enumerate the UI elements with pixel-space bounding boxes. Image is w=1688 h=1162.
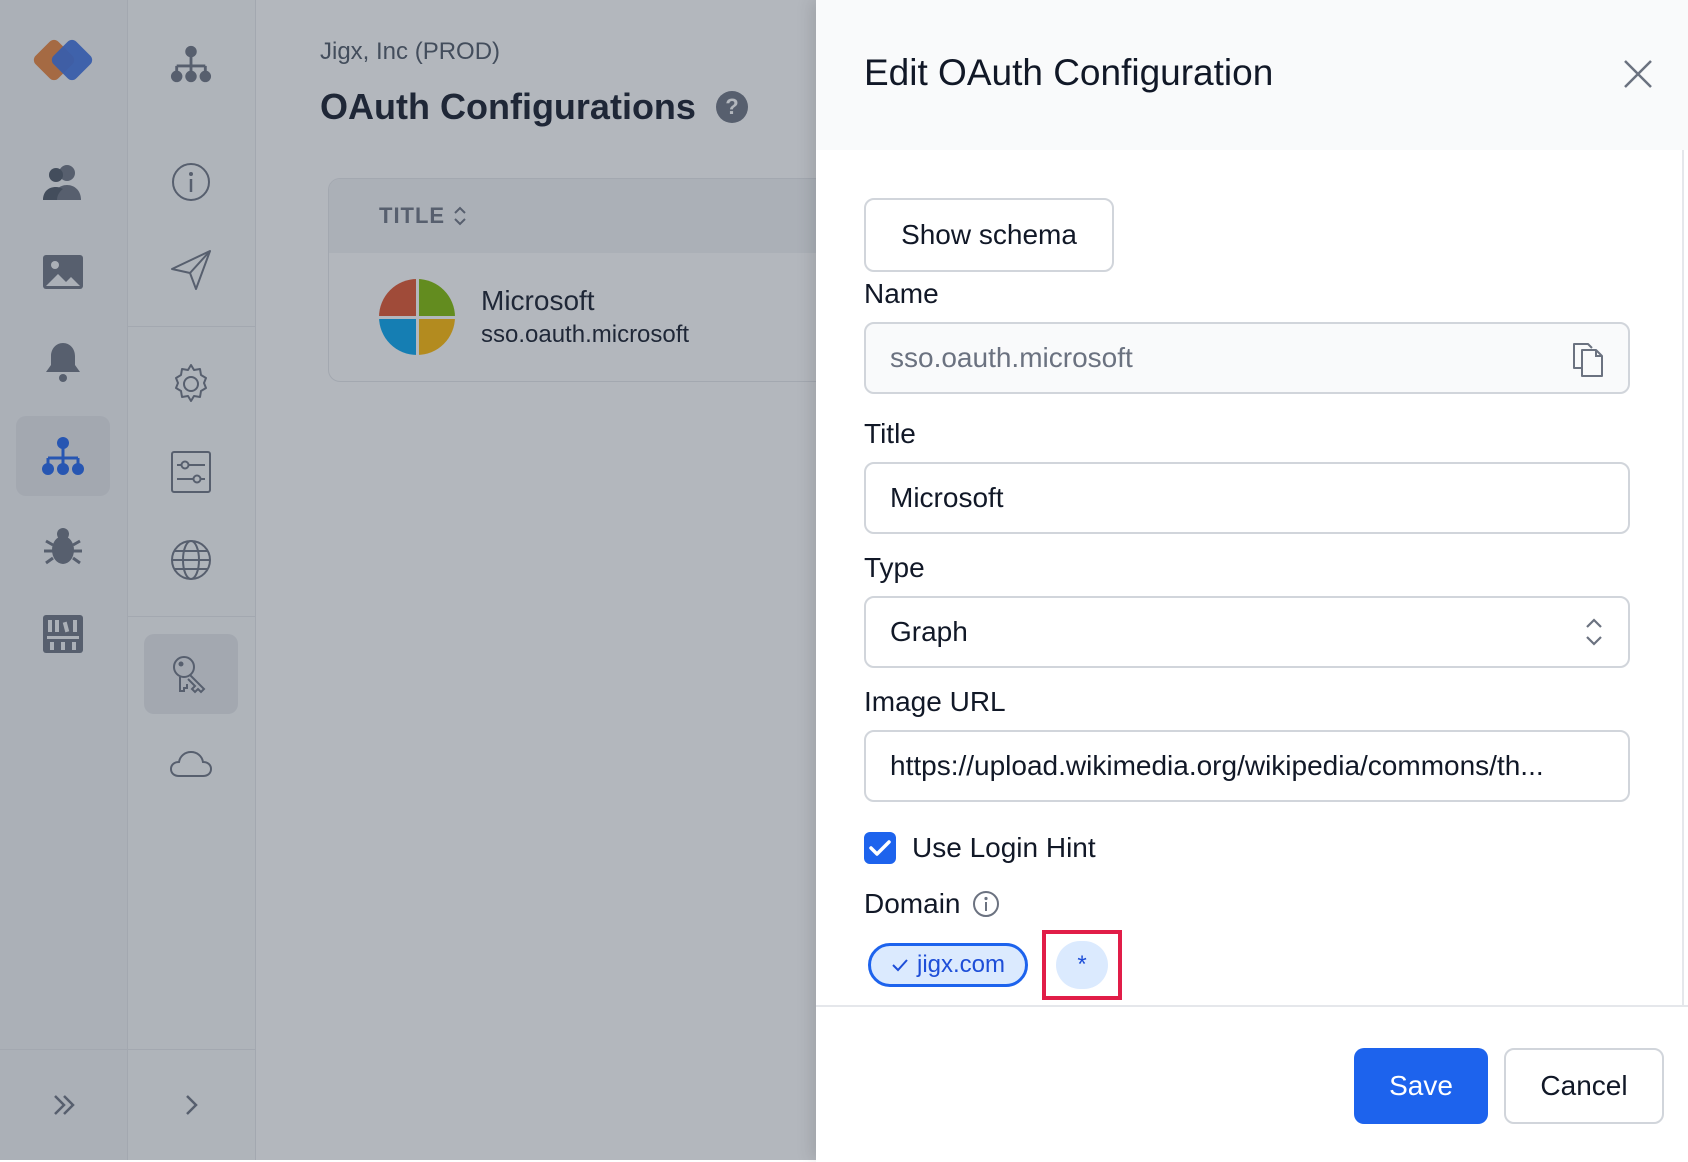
type-select[interactable]: Graph <box>864 596 1630 668</box>
panel-header: Edit OAuth Configuration <box>816 0 1688 150</box>
name-field[interactable]: sso.oauth.microsoft <box>864 322 1630 394</box>
name-label: Name <box>864 278 939 309</box>
show-schema-button[interactable]: Show schema <box>864 198 1114 272</box>
image-url-input[interactable]: https://upload.wikimedia.org/wikipedia/c… <box>864 730 1630 802</box>
check-icon <box>892 959 908 972</box>
close-icon <box>1624 60 1652 88</box>
domain-label: Domain <box>864 888 961 919</box>
use-login-hint-label[interactable]: Use Login Hint <box>912 832 1096 864</box>
close-button[interactable] <box>1616 52 1660 96</box>
domain-chip-label: jigx.com <box>917 951 1006 978</box>
type-value: Graph <box>890 616 968 647</box>
title-value: Microsoft <box>890 482 1004 513</box>
copy-icon[interactable] <box>1572 342 1604 378</box>
image-url-label: Image URL <box>864 686 1006 717</box>
panel-footer: Save Cancel <box>816 1005 1688 1162</box>
save-button[interactable]: Save <box>1354 1048 1488 1124</box>
panel-body: Show schema Name sso.oauth.microsoft Tit… <box>816 150 1684 1005</box>
domain-chip-selected[interactable]: jigx.com <box>868 943 1029 987</box>
cancel-button[interactable]: Cancel <box>1504 1048 1664 1124</box>
domain-label-row: Domain <box>864 888 1000 920</box>
title-label: Title <box>864 418 916 449</box>
title-input[interactable]: Microsoft <box>864 462 1630 534</box>
image-url-value: https://upload.wikimedia.org/wikipedia/c… <box>890 750 1544 781</box>
chevron-up-down-icon <box>1586 618 1602 646</box>
highlight-box: * <box>1042 930 1123 1000</box>
domain-chips: jigx.com * <box>868 930 1123 1000</box>
use-login-hint-row: Use Login Hint <box>864 832 1096 864</box>
checkmark-icon <box>869 840 891 856</box>
modal-backdrop[interactable] <box>0 0 816 1160</box>
info-icon[interactable] <box>972 890 1000 918</box>
use-login-hint-checkbox[interactable] <box>864 832 896 864</box>
domain-chip-wildcard[interactable]: * <box>1056 941 1109 989</box>
name-value: sso.oauth.microsoft <box>890 342 1133 373</box>
edit-oauth-panel: Edit OAuth Configuration Show schema Nam… <box>816 0 1688 1162</box>
type-label: Type <box>864 552 925 583</box>
panel-title: Edit OAuth Configuration <box>864 52 1274 93</box>
